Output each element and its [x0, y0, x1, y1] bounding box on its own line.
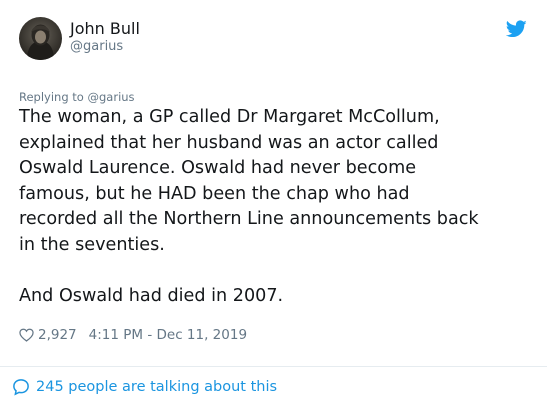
divider: [0, 366, 547, 367]
tweet-paragraph-2: And Oswald had died in 2007.: [19, 285, 284, 306]
replying-to-mention[interactable]: @garius: [88, 90, 135, 104]
tweet-meta: 2,927 4:11 PM - Dec 11, 2019: [19, 325, 247, 345]
tweet-text: The woman, a GP called Dr Margaret McCol…: [19, 105, 539, 309]
replying-prefix: Replying to: [19, 90, 88, 104]
avatar[interactable]: [19, 17, 62, 60]
user-handle[interactable]: @garius: [70, 39, 123, 55]
heart-icon[interactable]: [19, 328, 34, 342]
speech-bubble-icon: [13, 379, 29, 396]
twitter-bird-icon[interactable]: [506, 20, 527, 38]
conversation-link[interactable]: 245 people are talking about this: [12, 377, 277, 397]
like-count[interactable]: 2,927: [38, 325, 77, 345]
conversation-label[interactable]: 245 people are talking about this: [36, 377, 277, 397]
tweet-timestamp[interactable]: 4:11 PM - Dec 11, 2019: [89, 325, 247, 345]
tweet-paragraph-1: The woman, a GP called Dr Margaret McCol…: [19, 107, 479, 255]
avatar-image: [27, 24, 54, 60]
replying-to-line: Replying to @garius: [19, 89, 135, 105]
display-name[interactable]: John Bull: [70, 19, 140, 39]
